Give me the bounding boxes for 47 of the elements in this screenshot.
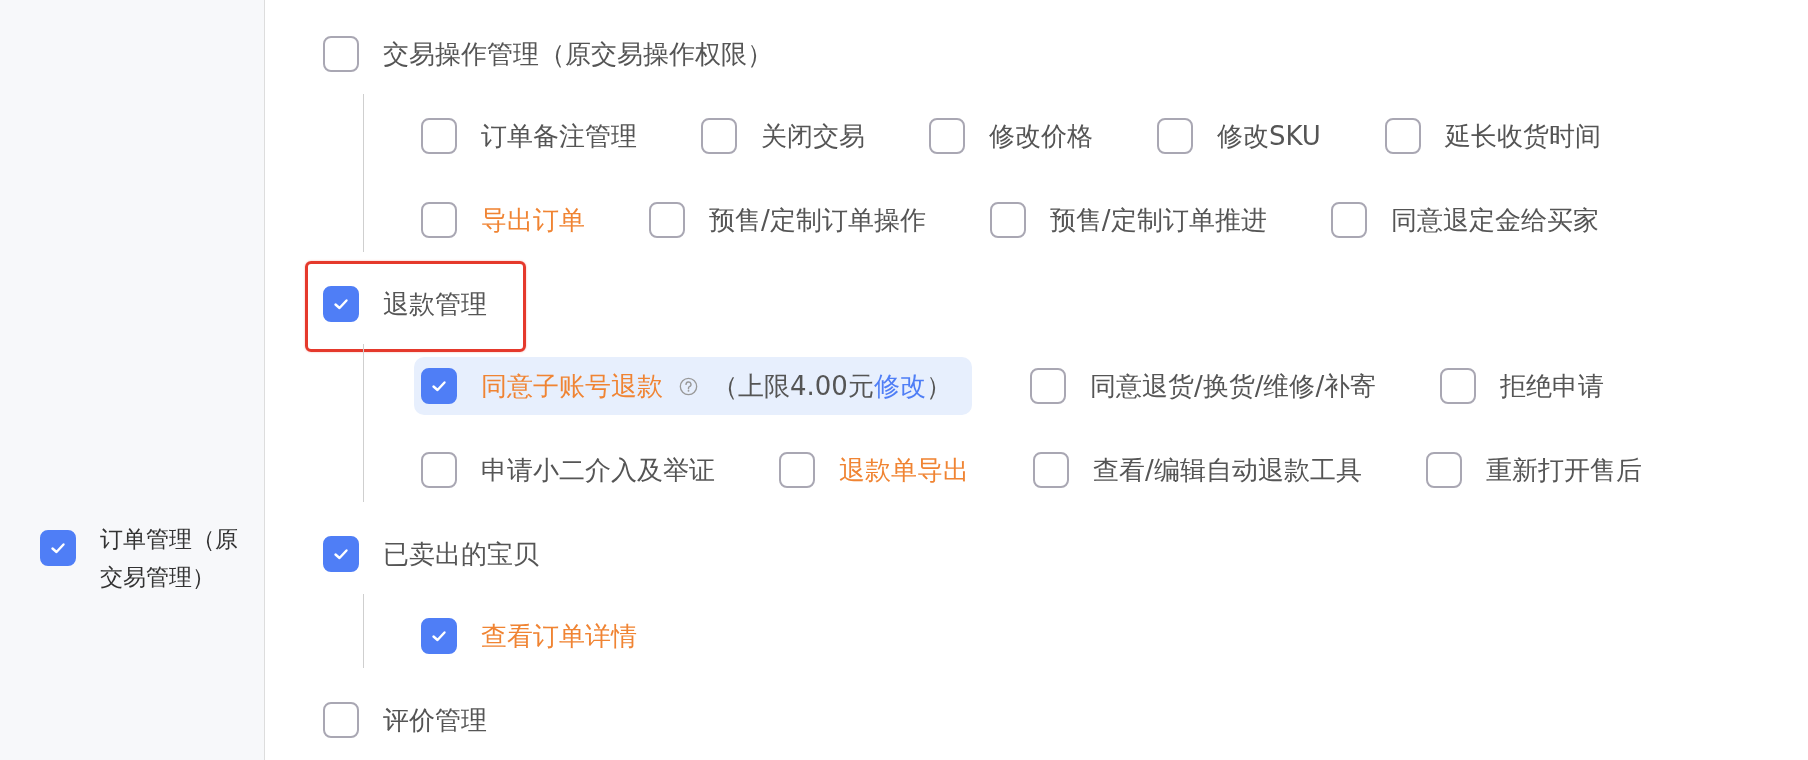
- checkbox[interactable]: [929, 118, 965, 154]
- checkbox[interactable]: [989, 202, 1026, 238]
- checkbox[interactable]: [1440, 368, 1477, 404]
- permission-label: 同意退货/换货/维修/补寄: [1089, 369, 1377, 403]
- checkbox[interactable]: [421, 618, 457, 654]
- checkbox[interactable]: [421, 202, 457, 238]
- checkbox[interactable]: [421, 118, 457, 154]
- permission-label: 拒绝申请: [1500, 369, 1605, 403]
- checkbox[interactable]: [323, 286, 359, 322]
- group-label: 评价管理: [383, 703, 487, 737]
- checkbox[interactable]: [323, 536, 359, 572]
- permission-label: 查看/编辑自动退款工具: [1093, 453, 1362, 487]
- checkbox[interactable]: [323, 702, 359, 738]
- permission-label: 关闭交易: [761, 119, 865, 153]
- checkbox[interactable]: [40, 530, 76, 566]
- permission-label: 同意退定金给买家: [1390, 203, 1599, 237]
- checkbox[interactable]: [1425, 452, 1462, 488]
- permission-label: 查看订单详情: [481, 619, 637, 653]
- permission-label: 修改价格: [989, 119, 1093, 153]
- checkbox[interactable]: [701, 118, 737, 154]
- permission-label: 修改SKU: [1217, 119, 1321, 153]
- checkbox[interactable]: [1033, 452, 1069, 488]
- checkbox[interactable]: [779, 452, 815, 488]
- permission-label: 重新打开售后: [1485, 453, 1642, 487]
- permission-label: 订单管理（原交易管理）: [100, 525, 239, 592]
- checkbox[interactable]: [421, 452, 457, 488]
- checkbox[interactable]: [1330, 202, 1367, 238]
- checkbox[interactable]: [649, 202, 685, 238]
- checkbox[interactable]: [1157, 118, 1193, 154]
- limit-note: （上限4.00元修改）: [712, 369, 952, 403]
- permission-label: 订单备注管理: [481, 119, 637, 153]
- permission-label: 延长收货时间: [1444, 119, 1601, 153]
- group-label: 交易操作管理（原交易操作权限）: [383, 37, 773, 71]
- permission-label: 导出订单: [481, 203, 585, 237]
- permission-label: 预售/定制订单操作: [709, 203, 926, 237]
- help-icon[interactable]: [679, 376, 698, 396]
- permission-label: 预售/定制订单推进: [1049, 203, 1267, 237]
- checkbox[interactable]: [1029, 368, 1066, 404]
- checkbox[interactable]: [421, 368, 457, 404]
- permission-label: 申请小二介入及举证: [481, 453, 715, 487]
- permission-label: 同意子账号退款: [481, 369, 663, 403]
- checkbox[interactable]: [323, 36, 359, 72]
- group-label: 已卖出的宝贝: [383, 537, 539, 571]
- group-label: 退款管理: [383, 287, 487, 321]
- checkbox[interactable]: [1384, 118, 1421, 154]
- edit-link[interactable]: 修改: [873, 370, 926, 401]
- permission-label: 退款单导出: [839, 453, 969, 487]
